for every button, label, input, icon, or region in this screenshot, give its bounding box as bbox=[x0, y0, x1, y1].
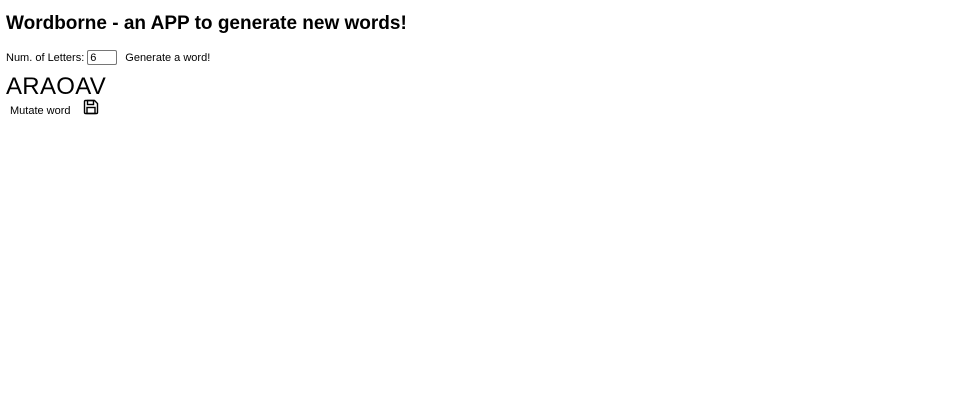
save-word-button[interactable] bbox=[83, 99, 99, 115]
floppy-disk-icon bbox=[83, 99, 98, 115]
page-title: Wordborne - an APP to generate new words… bbox=[6, 13, 407, 34]
num-letters-input[interactable] bbox=[87, 50, 118, 65]
generated-word: ARAOAV bbox=[6, 73, 107, 100]
generate-word-button[interactable]: Generate a word! bbox=[125, 52, 210, 64]
generator-controls: Num. of Letters: Generate a word! bbox=[6, 49, 210, 66]
app-page: Wordborne - an APP to generate new words… bbox=[0, 0, 957, 416]
num-letters-label: Num. of Letters: bbox=[6, 51, 85, 64]
word-actions: Mutate word bbox=[10, 99, 99, 118]
mutate-word-button[interactable]: Mutate word bbox=[10, 105, 71, 117]
